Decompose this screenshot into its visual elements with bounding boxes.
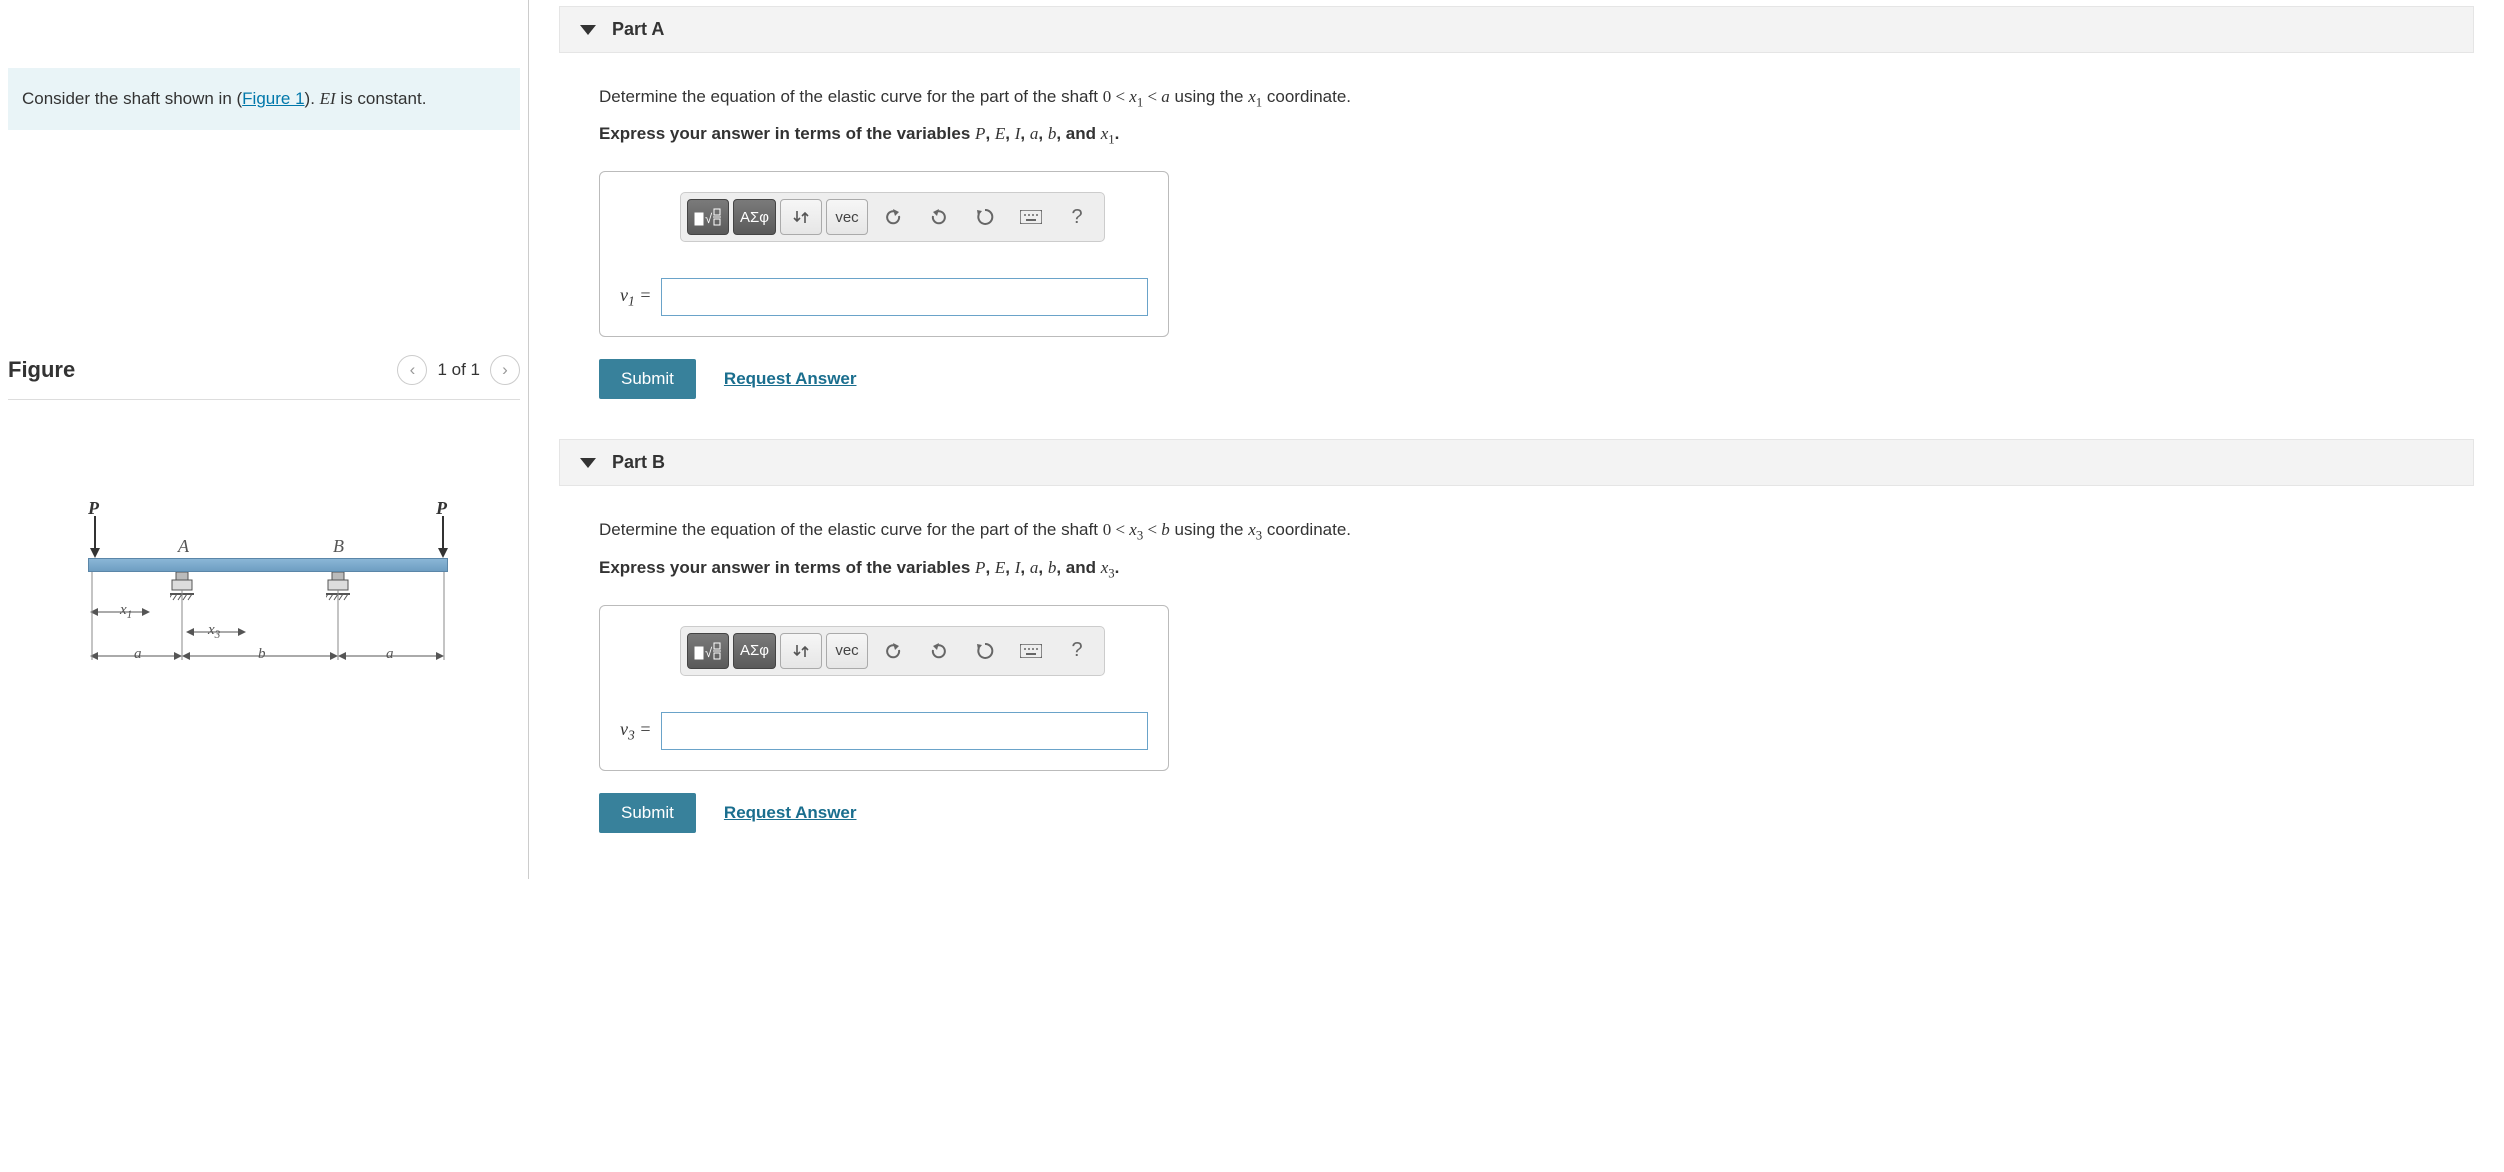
reset-button[interactable] xyxy=(964,199,1006,235)
redo-button[interactable] xyxy=(918,633,960,669)
templates-button[interactable]: √ xyxy=(687,199,729,235)
figure-prev-button[interactable]: ‹ xyxy=(397,355,427,385)
svg-text:√: √ xyxy=(705,211,713,226)
keyboard-button[interactable] xyxy=(1010,199,1052,235)
part-b-title: Part B xyxy=(612,452,665,473)
templates-button[interactable]: √ xyxy=(687,633,729,669)
figure-header: Figure ‹ 1 of 1 › xyxy=(8,355,520,400)
ei-constant: EI xyxy=(320,89,336,108)
problem-statement: Consider the shaft shown in (Figure 1). … xyxy=(8,68,520,130)
caret-down-icon xyxy=(580,25,596,35)
svg-text:√: √ xyxy=(705,645,713,660)
load-arrow-right-icon xyxy=(436,516,450,558)
reset-icon xyxy=(976,642,994,660)
part-a-request-answer-link[interactable]: Request Answer xyxy=(724,369,857,389)
part-a-instruction: Express your answer in terms of the vari… xyxy=(599,124,2474,147)
part-b-request-answer-link[interactable]: Request Answer xyxy=(724,803,857,823)
point-b-label: B xyxy=(333,536,344,557)
redo-icon xyxy=(930,642,948,660)
part-b-header[interactable]: Part B xyxy=(559,439,2474,486)
part-a-answer-input[interactable] xyxy=(661,278,1148,316)
part-b-answer-label: v3 = xyxy=(620,719,651,744)
part-b-answer-input[interactable] xyxy=(661,712,1148,750)
prompt-prefix: Consider the shaft shown in ( xyxy=(22,89,242,108)
part-a-question: Determine the equation of the elastic cu… xyxy=(599,83,2474,114)
scripts-icon xyxy=(792,642,810,660)
part-b-submit-button[interactable]: Submit xyxy=(599,793,696,833)
templates-icon: √ xyxy=(694,207,722,227)
figure-pager: ‹ 1 of 1 › xyxy=(397,355,520,385)
prompt-suffix-before: ). xyxy=(305,89,320,108)
undo-icon xyxy=(884,208,902,226)
figure-title: Figure xyxy=(8,357,75,383)
greek-button[interactable]: ΑΣφ xyxy=(733,633,776,669)
templates-icon: √ xyxy=(694,641,722,661)
keyboard-icon xyxy=(1020,644,1042,658)
subscript-button[interactable] xyxy=(780,633,822,669)
part-a: Part A Determine the equation of the ela… xyxy=(559,6,2474,399)
scripts-icon xyxy=(792,208,810,226)
figure-diagram: P P A B x1 x3 a b a xyxy=(8,498,520,698)
part-a-title: Part A xyxy=(612,19,664,40)
point-a-label: A xyxy=(178,536,189,557)
figure-page-count: 1 of 1 xyxy=(437,360,480,380)
undo-button[interactable] xyxy=(872,199,914,235)
help-button[interactable]: ? xyxy=(1056,199,1098,235)
figure-link[interactable]: Figure 1 xyxy=(242,89,304,108)
part-a-toolbar: √ ΑΣφ vec xyxy=(680,192,1105,242)
undo-button[interactable] xyxy=(872,633,914,669)
part-b-instruction: Express your answer in terms of the vari… xyxy=(599,558,2474,581)
part-b-toolbar: √ ΑΣφ vec xyxy=(680,626,1105,676)
part-a-answer-label: v1 = xyxy=(620,285,651,310)
reset-button[interactable] xyxy=(964,633,1006,669)
prompt-suffix: is constant. xyxy=(336,89,427,108)
part-b-question: Determine the equation of the elastic cu… xyxy=(599,516,2474,547)
part-b: Part B Determine the equation of the ela… xyxy=(559,439,2474,832)
dim-ticks xyxy=(88,572,448,662)
undo-icon xyxy=(884,642,902,660)
greek-button[interactable]: ΑΣφ xyxy=(733,199,776,235)
figure-next-button[interactable]: › xyxy=(490,355,520,385)
redo-icon xyxy=(930,208,948,226)
vector-button[interactable]: vec xyxy=(826,199,868,235)
load-arrow-left-icon xyxy=(88,516,102,558)
part-a-answer-box: √ ΑΣφ vec xyxy=(599,171,1169,337)
part-b-answer-box: √ ΑΣφ vec xyxy=(599,605,1169,771)
redo-button[interactable] xyxy=(918,199,960,235)
beam-icon xyxy=(88,558,448,572)
caret-down-icon xyxy=(580,458,596,468)
part-a-submit-button[interactable]: Submit xyxy=(599,359,696,399)
help-button[interactable]: ? xyxy=(1056,633,1098,669)
keyboard-button[interactable] xyxy=(1010,633,1052,669)
vector-button[interactable]: vec xyxy=(826,633,868,669)
keyboard-icon xyxy=(1020,210,1042,224)
subscript-button[interactable] xyxy=(780,199,822,235)
part-a-header[interactable]: Part A xyxy=(559,6,2474,53)
reset-icon xyxy=(976,208,994,226)
